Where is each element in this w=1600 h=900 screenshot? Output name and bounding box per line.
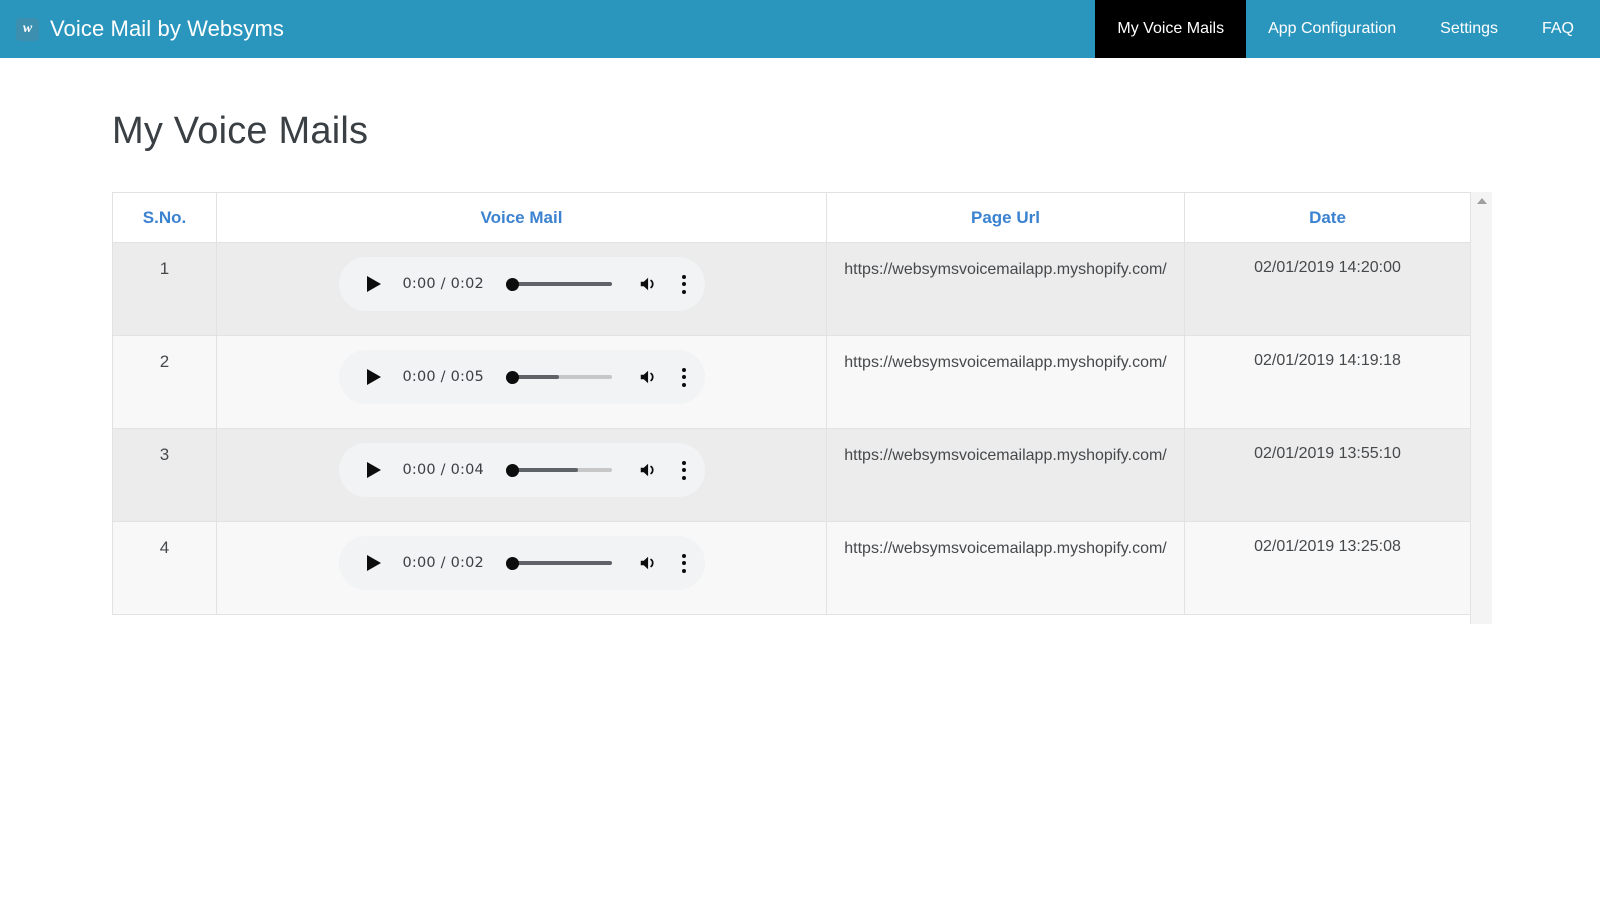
more-vertical-icon[interactable] xyxy=(682,367,687,387)
volume-icon[interactable] xyxy=(638,459,660,481)
nav-item-app-configuration[interactable]: App Configuration xyxy=(1246,0,1418,58)
page-content: My Voice Mails S.No. Voice Mail Page Url… xyxy=(0,58,1600,624)
nav-item-settings[interactable]: Settings xyxy=(1418,0,1520,58)
row-serial-number: 4 xyxy=(112,521,217,615)
websyms-logo-icon: w xyxy=(16,17,39,41)
table-row: 4 0:00 / 0:02 https://websymsvoicemailap… xyxy=(112,521,1471,615)
table-vertical-scrollbar[interactable] xyxy=(1470,192,1492,624)
date-cell: 02/01/2019 14:19:18 xyxy=(1184,335,1471,429)
more-vertical-icon[interactable] xyxy=(682,274,687,294)
nav-item-my-voice-mails[interactable]: My Voice Mails xyxy=(1095,0,1247,58)
audio-seek-slider[interactable] xyxy=(505,368,612,386)
seek-thumb[interactable] xyxy=(505,463,519,477)
audio-player[interactable]: 0:00 / 0:02 xyxy=(338,257,705,311)
date-cell: 02/01/2019 13:25:08 xyxy=(1184,521,1471,615)
scroll-up-arrow-icon[interactable] xyxy=(1471,192,1492,210)
page-url-cell: https://websymsvoicemailapp.myshopify.co… xyxy=(826,242,1185,336)
row-serial-number: 1 xyxy=(112,242,217,336)
audio-time-display: 0:00 / 0:02 xyxy=(402,555,484,571)
brand: w Voice Mail by Websyms xyxy=(0,0,284,58)
date-cell: 02/01/2019 13:55:10 xyxy=(1184,428,1471,522)
voice-mails-table-scroll[interactable]: S.No. Voice Mail Page Url Date 1 0:00 / xyxy=(112,192,1492,624)
audio-time-display: 0:00 / 0:04 xyxy=(402,462,484,478)
audio-time-display: 0:00 / 0:02 xyxy=(402,276,484,292)
volume-icon[interactable] xyxy=(638,552,660,574)
seek-buffered xyxy=(505,561,612,565)
main-nav: My Voice Mails App Configuration Setting… xyxy=(1095,0,1600,58)
column-header-voice-mail[interactable]: Voice Mail xyxy=(216,192,827,243)
voice-mail-cell: 0:00 / 0:05 xyxy=(216,335,827,429)
page-url-cell: https://websymsvoicemailapp.myshopify.co… xyxy=(826,521,1185,615)
voice-mails-table: S.No. Voice Mail Page Url Date 1 0:00 / xyxy=(112,192,1471,615)
table-row: 1 0:00 / 0:02 https://websymsvoicemailap… xyxy=(112,242,1471,336)
audio-seek-slider[interactable] xyxy=(505,554,612,572)
nav-item-faq[interactable]: FAQ xyxy=(1520,0,1600,58)
play-icon[interactable] xyxy=(365,460,383,480)
table-row: 2 0:00 / 0:05 https://websymsvoicemailap… xyxy=(112,335,1471,429)
seek-thumb[interactable] xyxy=(505,277,519,291)
seek-thumb[interactable] xyxy=(505,370,519,384)
more-vertical-icon[interactable] xyxy=(682,553,687,573)
column-header-date[interactable]: Date xyxy=(1184,192,1471,243)
table-bottom-edge xyxy=(112,616,1470,624)
top-navigation-bar: w Voice Mail by Websyms My Voice Mails A… xyxy=(0,0,1600,58)
column-header-page-url[interactable]: Page Url xyxy=(826,192,1185,243)
voice-mail-cell: 0:00 / 0:02 xyxy=(216,521,827,615)
play-icon[interactable] xyxy=(365,274,383,294)
voice-mail-cell: 0:00 / 0:02 xyxy=(216,242,827,336)
play-icon[interactable] xyxy=(365,367,383,387)
voice-mail-cell: 0:00 / 0:04 xyxy=(216,428,827,522)
app-title: Voice Mail by Websyms xyxy=(50,16,284,41)
voice-mails-table-container: S.No. Voice Mail Page Url Date 1 0:00 / xyxy=(112,192,1492,624)
seek-buffered xyxy=(505,282,612,286)
table-header-row: S.No. Voice Mail Page Url Date xyxy=(112,192,1471,243)
page-url-cell: https://websymsvoicemailapp.myshopify.co… xyxy=(826,335,1185,429)
row-serial-number: 3 xyxy=(112,428,217,522)
audio-time-display: 0:00 / 0:05 xyxy=(402,369,484,385)
audio-player[interactable]: 0:00 / 0:05 xyxy=(338,350,705,404)
volume-icon[interactable] xyxy=(638,366,660,388)
date-cell: 02/01/2019 14:20:00 xyxy=(1184,242,1471,336)
row-serial-number: 2 xyxy=(112,335,217,429)
seek-thumb[interactable] xyxy=(505,556,519,570)
page-title: My Voice Mails xyxy=(112,110,369,152)
audio-player[interactable]: 0:00 / 0:02 xyxy=(338,536,705,590)
volume-icon[interactable] xyxy=(638,273,660,295)
table-row: 3 0:00 / 0:04 https://websymsvoicemailap… xyxy=(112,428,1471,522)
page-url-cell: https://websymsvoicemailapp.myshopify.co… xyxy=(826,428,1185,522)
column-header-sno[interactable]: S.No. xyxy=(112,192,217,243)
audio-seek-slider[interactable] xyxy=(505,461,612,479)
audio-seek-slider[interactable] xyxy=(505,275,612,293)
more-vertical-icon[interactable] xyxy=(682,460,687,480)
audio-player[interactable]: 0:00 / 0:04 xyxy=(338,443,705,497)
play-icon[interactable] xyxy=(365,553,383,573)
